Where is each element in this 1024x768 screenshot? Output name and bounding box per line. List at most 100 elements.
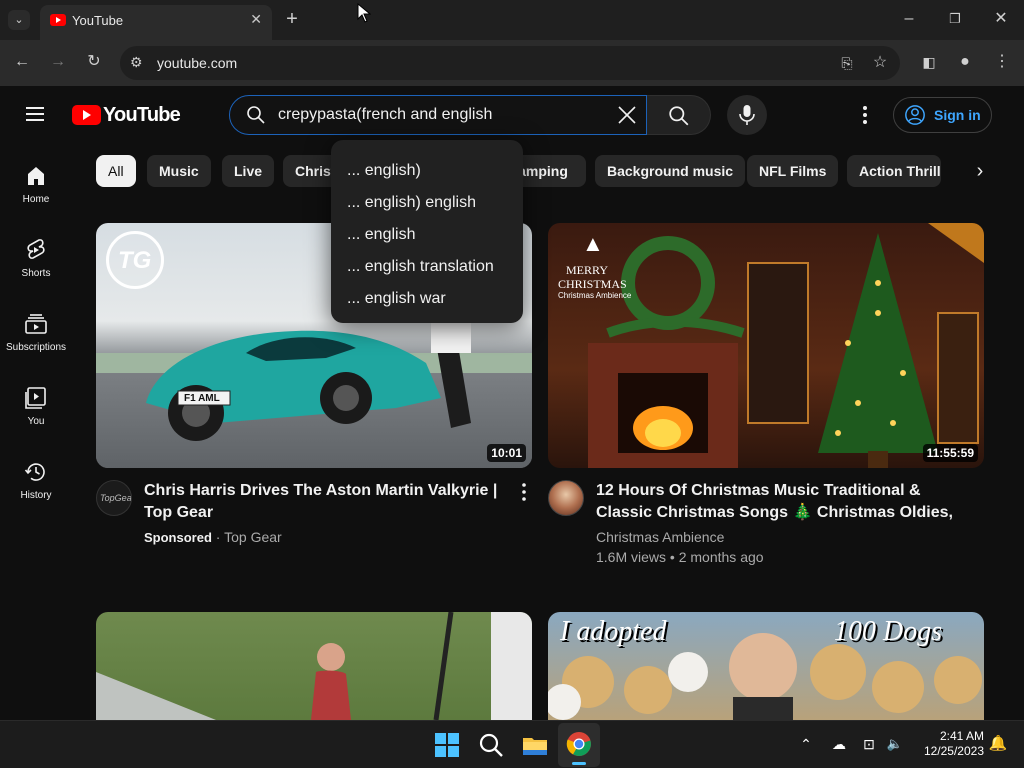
chip-action-thriller[interactable]: Action Thrille bbox=[847, 155, 941, 187]
mouse-cursor-icon bbox=[357, 3, 371, 23]
windows-start-icon[interactable] bbox=[431, 729, 463, 761]
chip-live[interactable]: Live bbox=[222, 155, 275, 187]
badge-text: TG bbox=[118, 247, 152, 274]
more-actions-icon[interactable] bbox=[519, 482, 529, 502]
filter-chips-bar: All Music Live Christ Camping Background… bbox=[96, 155, 996, 187]
install-app-icon[interactable]: ⎘ bbox=[836, 53, 858, 73]
taskbar-clock[interactable]: 2:41 AM 12/25/2023 bbox=[912, 729, 984, 759]
suggestion-item[interactable]: ... english war bbox=[347, 290, 446, 308]
site-info-icon[interactable]: ⚙ bbox=[130, 54, 143, 71]
chip-all[interactable]: All bbox=[96, 155, 136, 187]
sidebar-item-history[interactable]: History bbox=[0, 448, 72, 512]
thumbnail-text: 100 Dogs bbox=[834, 616, 943, 647]
back-button[interactable]: ← bbox=[12, 52, 32, 72]
cloud-sync-icon[interactable]: ☁ bbox=[828, 734, 850, 754]
video-title[interactable]: 12 Hours Of Christmas Music Traditional … bbox=[596, 480, 966, 524]
side-panel-icon[interactable]: ◧ bbox=[918, 52, 940, 72]
sidebar-item-subscriptions[interactable]: Subscriptions bbox=[0, 300, 72, 364]
forward-button[interactable]: → bbox=[48, 52, 68, 72]
topgear-avatar-logo: TopGear bbox=[100, 493, 132, 503]
chrome-menu-icon[interactable]: ⋮ bbox=[992, 52, 1012, 72]
chip-background-music[interactable]: Background music bbox=[595, 155, 746, 187]
video-duration: 10:01 bbox=[487, 444, 526, 462]
sponsored-label: Sponsored bbox=[144, 530, 212, 545]
suggestion-item[interactable]: ... english translation bbox=[347, 258, 494, 276]
address-bar[interactable]: ⚙ youtube.com ⎘ ☆ bbox=[120, 46, 900, 80]
sidebar-item-label: Subscriptions bbox=[5, 342, 67, 353]
profile-icon[interactable]: ● bbox=[954, 52, 976, 72]
suggestion-item[interactable]: ... english bbox=[347, 226, 415, 244]
chrome-icon bbox=[566, 732, 591, 756]
suggestion-item[interactable]: ... english) english bbox=[347, 194, 476, 212]
voice-search-button[interactable] bbox=[727, 95, 767, 135]
thumbnail-text: MERRY bbox=[566, 263, 609, 277]
chevron-up-icon[interactable]: ⌃ bbox=[796, 734, 816, 754]
sign-in-button[interactable]: Sign in bbox=[893, 97, 992, 133]
chrome-taskbar-item[interactable] bbox=[558, 723, 600, 767]
video-thumbnail[interactable]: MERRY CHRISTMAS Christmas Ambience ▲ 11:… bbox=[548, 223, 984, 468]
notification-bell-icon[interactable]: 🔔 bbox=[988, 734, 1008, 754]
sidebar-item-you[interactable]: You bbox=[0, 374, 72, 438]
thumbnail-text: Christmas Ambience bbox=[558, 291, 632, 300]
sidebar-item-label: Home bbox=[22, 194, 50, 205]
new-tab-button[interactable]: + bbox=[282, 9, 302, 29]
search-suggestions-dropdown: ... english) ... english) english ... en… bbox=[331, 140, 523, 323]
browser-toolbar: ← → ↻ ⚙ youtube.com ⎘ ☆ ◧ ● ⋮ bbox=[0, 40, 1024, 86]
you-icon bbox=[25, 387, 46, 409]
account-icon bbox=[905, 105, 925, 125]
video-thumbnail[interactable]: I adopted 100 Dogs bbox=[548, 612, 984, 720]
shorts-icon bbox=[27, 239, 45, 259]
chip-music[interactable]: Music bbox=[147, 155, 211, 187]
tab-title: YouTube bbox=[72, 13, 124, 28]
reload-button[interactable]: ↻ bbox=[84, 52, 104, 72]
chevron-right-icon[interactable]: › bbox=[966, 158, 994, 186]
video-stats: 1.6M views • 2 months ago bbox=[596, 549, 764, 565]
youtube-play-logo-icon bbox=[72, 105, 101, 125]
search-query: crepypasta(french and english bbox=[278, 106, 493, 123]
tab-close-icon[interactable]: ✕ bbox=[250, 11, 262, 28]
clock-date: 12/25/2023 bbox=[923, 744, 984, 758]
bookmark-star-icon[interactable]: ☆ bbox=[869, 53, 891, 73]
settings-more-icon[interactable] bbox=[855, 103, 875, 127]
search-icon bbox=[669, 106, 689, 126]
meta-separator: • bbox=[669, 549, 679, 565]
sidebar-item-home[interactable]: Home bbox=[0, 152, 72, 216]
channel-avatar[interactable] bbox=[548, 480, 584, 516]
network-icon[interactable]: ⊡ bbox=[858, 734, 880, 754]
volume-muted-icon[interactable]: 🔈 bbox=[884, 734, 906, 754]
meta-separator: · bbox=[215, 529, 225, 545]
clear-search-icon[interactable] bbox=[614, 102, 640, 128]
active-app-indicator bbox=[572, 762, 586, 765]
clock-time: 2:41 AM bbox=[939, 729, 984, 743]
youtube-header: YouTube crepypasta(french and english Si… bbox=[0, 86, 1024, 144]
browser-tab[interactable]: YouTube ✕ bbox=[40, 5, 272, 40]
hamburger-menu-icon[interactable] bbox=[24, 102, 48, 126]
tab-search-button[interactable]: ⌄ bbox=[8, 10, 30, 30]
sidebar-item-label: History bbox=[20, 490, 52, 501]
search-input[interactable]: crepypasta(french and english bbox=[229, 95, 647, 135]
channel-name[interactable]: Top Gear bbox=[224, 529, 282, 545]
license-plate-text: F1 AML bbox=[184, 393, 220, 404]
channel-name[interactable]: Christmas Ambience bbox=[596, 529, 724, 545]
video-title[interactable]: Chris Harris Drives The Aston Martin Val… bbox=[144, 480, 514, 524]
search-button[interactable] bbox=[647, 95, 711, 135]
youtube-favicon-icon bbox=[50, 14, 66, 26]
chip-nfl-films[interactable]: NFL Films bbox=[747, 155, 839, 187]
sidebar-item-label: Shorts bbox=[21, 268, 51, 279]
minimize-button[interactable]: – bbox=[898, 9, 920, 29]
sidebar-item-shorts[interactable]: Shorts bbox=[0, 226, 72, 290]
close-window-button[interactable]: ✕ bbox=[990, 9, 1012, 29]
video-thumbnail[interactable] bbox=[96, 612, 532, 720]
file-explorer-icon[interactable] bbox=[519, 729, 551, 761]
top-gear-badge: TG bbox=[106, 231, 164, 289]
channel-avatar[interactable]: TopGear bbox=[96, 480, 132, 516]
thumbnail-text: CHRISTMAS bbox=[558, 277, 627, 291]
thumbnail-text: I adopted bbox=[560, 616, 667, 647]
sign-in-label: Sign in bbox=[934, 107, 981, 123]
logo-text: YouTube bbox=[103, 104, 181, 126]
suggestion-item[interactable]: ... english) bbox=[347, 162, 421, 180]
video-meta: Sponsored · Top Gear bbox=[144, 529, 282, 545]
restore-button[interactable]: ❐ bbox=[944, 9, 966, 29]
christmas-scene-image bbox=[588, 223, 984, 468]
search-icon[interactable] bbox=[475, 729, 507, 761]
